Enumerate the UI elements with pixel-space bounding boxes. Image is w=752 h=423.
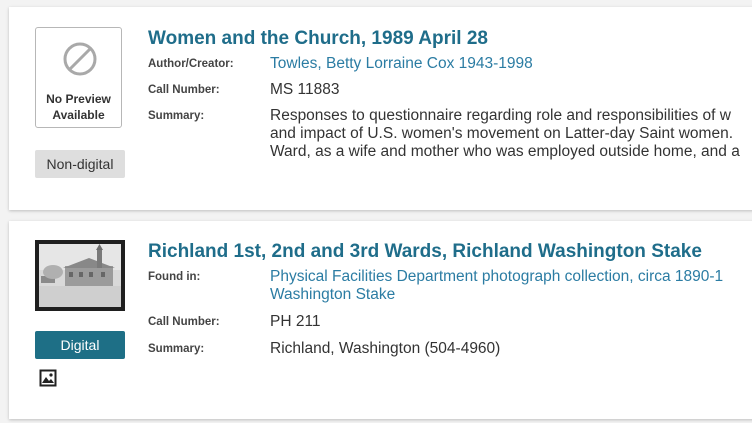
summary-value: Responses to questionnaire regarding rol… [270,107,752,161]
summary-label: Summary: [148,343,205,355]
result-title[interactable]: Women and the Church, 1989 April 28 [148,27,752,51]
non-digital-badge: Non-digital [35,150,125,178]
call-number-label: Call Number: [148,316,220,328]
author-row: Author/Creator: Towles, Betty Lorraine C… [148,55,752,73]
summary-row: Summary: Richland, Washington (504-4960) [148,340,752,358]
summary-value: Richland, Washington (504-4960) [270,340,501,357]
found-in-label: Found in: [148,271,201,283]
author-label: Author/Creator: [148,58,234,70]
result-title[interactable]: Richland 1st, 2nd and 3rd Wards, Richlan… [148,240,752,264]
no-preview-thumbnail[interactable]: No Preview Available [35,27,122,128]
call-number-row: Call Number: PH 211 [148,313,752,331]
church-photo-image [39,244,121,307]
photo-thumbnail[interactable] [35,240,125,311]
call-number-label: Call Number: [148,84,220,96]
result-card: No Preview Available Non-digital Women a… [9,7,752,210]
found-in-row: Found in: Physical Facilities Department… [148,268,752,304]
call-number-value: PH 211 [270,313,321,330]
summary-line: and impact of U.S. women's movement on L… [270,125,734,142]
result-details: Richland 1st, 2nd and 3rd Wards, Richlan… [148,240,752,358]
result-details: Women and the Church, 1989 April 28 Auth… [148,27,752,161]
call-number-value: MS 11883 [270,81,340,98]
digital-badge[interactable]: Digital [35,331,125,359]
no-preview-line: No Preview [46,92,111,106]
author-link[interactable]: Towles, Betty Lorraine Cox 1943-1998 [270,55,752,73]
prohibited-circle-icon [63,42,97,76]
found-in-line: Washington Stake [270,286,396,303]
summary-line: Ward, as a wife and mother who was emplo… [270,143,740,160]
summary-row: Summary: Responses to questionnaire rega… [148,107,752,161]
summary-label: Summary: [148,110,205,122]
summary-line: Responses to questionnaire regarding rol… [270,107,731,124]
no-preview-line: Available [52,108,105,122]
found-in-line: Physical Facilities Department photograp… [270,268,724,285]
result-card: Digital Richland 1st, 2nd and 3rd Wards,… [9,221,752,419]
image-icon[interactable] [39,369,57,387]
no-preview-label: No Preview Available [36,91,121,123]
call-number-row: Call Number: MS 11883 [148,81,752,99]
found-in-link[interactable]: Physical Facilities Department photograp… [270,268,752,304]
